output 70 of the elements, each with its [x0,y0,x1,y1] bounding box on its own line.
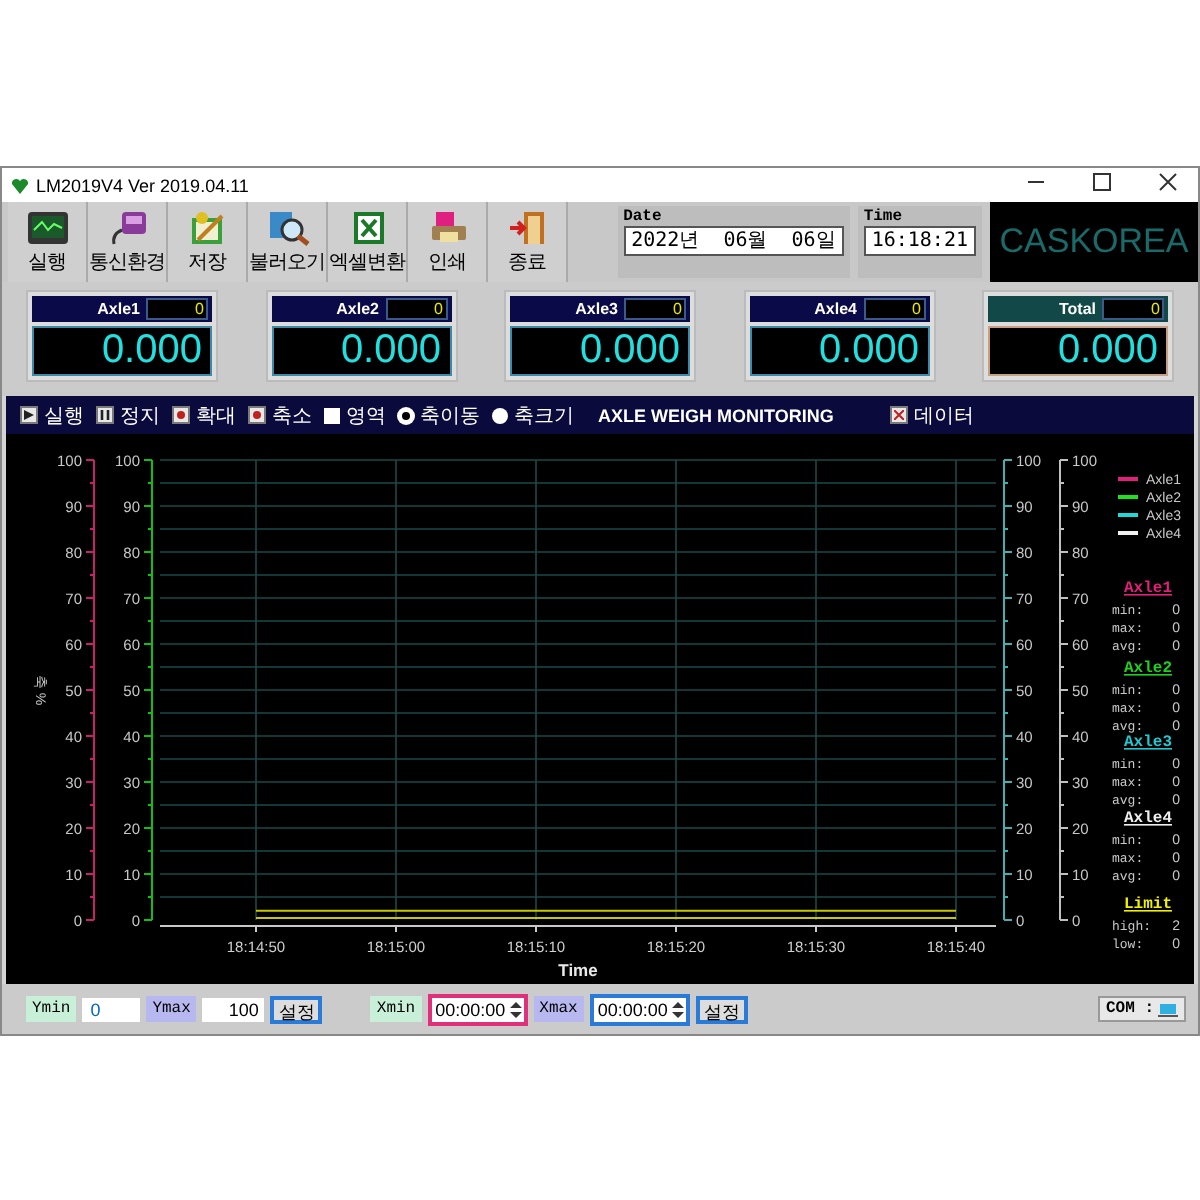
radio-button[interactable] [492,407,508,423]
checkbox[interactable] [324,407,340,423]
ymax-label: Ymax [146,996,197,1022]
apply-button[interactable]: 설정 [270,995,323,1023]
data-button[interactable]: 데이터 [890,401,974,429]
chart-tool[interactable]: 축이동 [398,401,480,429]
ymin-field[interactable]: 0 [82,997,141,1021]
magnifier-icon [265,209,309,245]
date-label: Date [623,208,664,226]
spinner-icon[interactable] [671,999,684,1019]
stats-title: Axle3 [1124,734,1172,752]
radio-button[interactable] [398,407,414,423]
toolbar-button[interactable]: 저장 [168,202,248,282]
axle-count: 0 [146,298,208,320]
axle-value: 0.000 [271,326,451,376]
axle-name: Axle3 [575,300,618,318]
chart-tool[interactable]: 실행 [20,401,84,429]
time-field[interactable]: 00:00:00 [589,993,690,1025]
ymin-label: Ymin [26,996,77,1022]
xmin-label: Xmin [370,996,422,1022]
axle-count: 0 [863,298,925,320]
axle-name: Axle1 [97,300,140,318]
stats-title: Limit [1124,896,1172,914]
toolbar-button[interactable]: 불러오기 [248,202,328,282]
stats-title: Axle1 [1124,580,1172,598]
time-label: Time [863,208,905,226]
maximize-icon[interactable] [1092,172,1112,192]
dot-icon [176,410,186,420]
apply-button[interactable]: 설정 [695,995,748,1023]
monitor-icon [25,209,69,245]
dot-icon [252,410,262,420]
stats-title: Axle4 [1124,810,1172,828]
chart-title: AXLE WEIGH MONITORING [598,405,836,425]
toolbar-button[interactable]: 엑셀변환 [328,202,408,282]
chart-tool[interactable]: 확대 [172,401,236,429]
axle-count: 0 [1102,298,1164,320]
axle-name: Total [1058,300,1096,318]
pause-icon [100,410,110,420]
time-field: 16:18:21 [863,226,976,256]
close-icon[interactable] [1158,172,1178,192]
chart-tool[interactable]: 영역 [324,401,386,429]
axle-name: Axle2 [336,300,379,318]
heart-icon [10,175,30,195]
ymax-field[interactable]: 100 [202,997,265,1021]
axle-name: Axle4 [814,300,857,318]
window-title: LM2019V4 Ver 2019.04.11 [36,175,251,195]
com-label: COM : [1105,1000,1154,1018]
connection-icon [1158,1001,1178,1017]
axle-count: 0 [624,298,686,320]
play-icon [24,410,34,420]
axle-value: 0.000 [749,326,929,376]
date-field: 2022년 06월 06일 [623,226,844,256]
door-icon [505,209,549,245]
xmax-label: Xmax [533,996,584,1022]
toolbar-button[interactable]: 통신환경 [88,202,168,282]
toolbar-button[interactable]: 종료 [488,202,568,282]
spinner-icon[interactable] [509,999,522,1019]
stats-title: Axle2 [1124,660,1172,678]
toolbar-button[interactable]: 실행 [8,202,88,282]
logo: CASKOREA [990,202,1198,282]
x-axis-title: Time [558,960,598,980]
axle-value: 0.000 [988,326,1168,376]
chart-tool[interactable]: 정지 [96,401,160,429]
axle-value: 0.000 [510,326,690,376]
toolbar-button[interactable]: 인쇄 [408,202,488,282]
axle-value: 0.000 [32,326,212,376]
chart-tool[interactable]: 축크기 [492,401,574,429]
chart-tool[interactable]: 축소 [248,401,312,429]
axle-count: 0 [385,298,447,320]
time-field[interactable]: 00:00:00 [427,993,528,1025]
